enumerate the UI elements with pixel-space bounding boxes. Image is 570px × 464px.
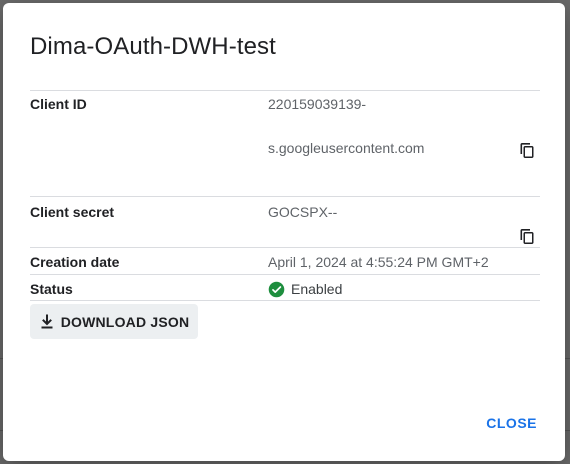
status-value: Enabled <box>291 281 343 297</box>
client-id-value-line1: 220159039139- <box>268 96 367 112</box>
download-icon <box>41 314 53 328</box>
dialog-title: Dima-OAuth-DWH-test <box>30 33 276 60</box>
divider <box>30 90 540 91</box>
copy-icon <box>520 142 534 158</box>
creation-date-value: April 1, 2024 at 4:55:24 PM GMT+2 <box>268 254 489 270</box>
close-button[interactable]: CLOSE <box>486 415 537 431</box>
divider <box>30 274 540 275</box>
divider <box>30 300 540 301</box>
creation-date-label: Creation date <box>30 254 120 270</box>
oauth-client-dialog: Dima-OAuth-DWH-test Client ID 2201590391… <box>3 3 565 461</box>
divider <box>30 247 540 248</box>
copy-icon <box>520 228 534 244</box>
status-label: Status <box>30 281 73 297</box>
copy-client-secret-button[interactable] <box>517 226 537 246</box>
client-secret-label: Client secret <box>30 204 115 220</box>
divider <box>30 196 540 197</box>
download-json-label: DOWNLOAD JSON <box>60 313 190 330</box>
client-id-label: Client ID <box>30 96 87 112</box>
copy-client-id-button[interactable] <box>517 140 537 160</box>
client-id-value-line2: s.googleusercontent.com <box>268 140 425 156</box>
client-secret-value: GOCSPX-- <box>268 204 338 220</box>
check-circle-icon <box>268 281 285 298</box>
download-json-button[interactable]: DOWNLOAD JSON <box>30 304 198 339</box>
